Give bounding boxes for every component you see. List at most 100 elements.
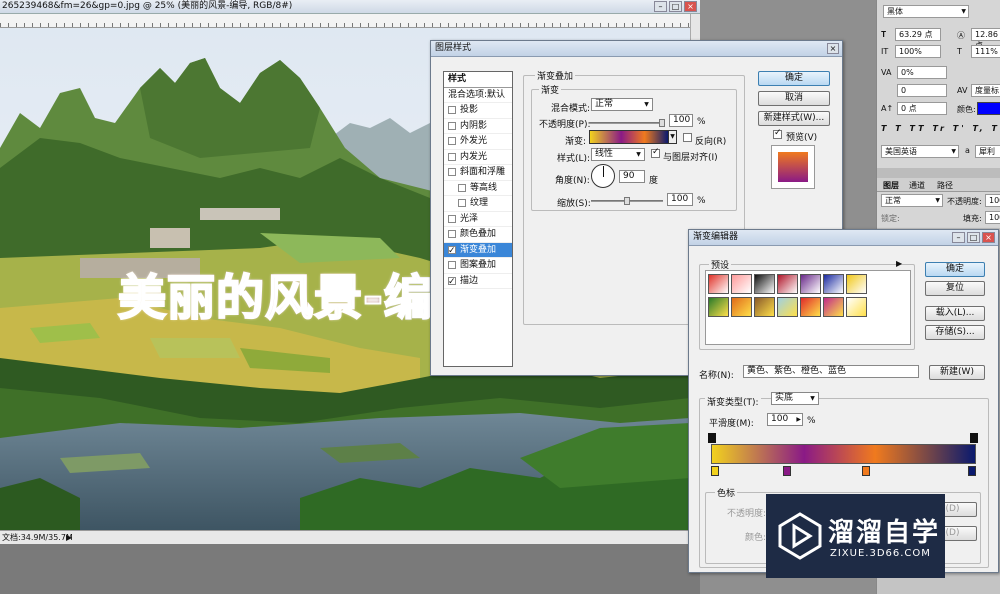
style-item-checkbox[interactable] <box>448 230 456 238</box>
ok-button[interactable]: 确定 <box>925 262 985 277</box>
color-stop[interactable] <box>711 466 719 476</box>
style-item-checkbox[interactable] <box>448 275 456 290</box>
status-arrow-icon[interactable]: ▶ <box>66 531 72 544</box>
gradient-editor-title-bar[interactable]: 渐变编辑器 – □ × <box>689 230 998 246</box>
gradient-picker[interactable] <box>589 130 669 144</box>
preset-swatch[interactable] <box>731 274 752 294</box>
minimize-icon[interactable]: – <box>654 1 667 12</box>
style-item-checkbox[interactable] <box>448 244 456 259</box>
style-item-checkbox[interactable] <box>448 168 456 176</box>
scale-slider[interactable] <box>591 197 663 205</box>
leading-field[interactable]: 12.86 点 <box>971 28 1000 50</box>
minimize-icon[interactable]: – <box>952 232 965 243</box>
close-icon[interactable]: × <box>684 1 697 12</box>
style-item[interactable]: 投影 <box>444 103 512 119</box>
preset-swatch[interactable] <box>754 274 775 294</box>
preview-checkbox[interactable]: ✓ <box>773 128 782 139</box>
style-item[interactable]: 内阴影 <box>444 119 512 134</box>
kerning-field[interactable]: 0 <box>897 84 947 97</box>
preset-swatch[interactable] <box>731 297 752 317</box>
maximize-icon[interactable]: □ <box>967 232 980 243</box>
layer-style-title-bar[interactable]: 图层样式 × <box>431 41 842 57</box>
opacity-slider[interactable] <box>589 119 665 127</box>
reverse-checkbox[interactable] <box>683 133 692 142</box>
style-item-checkbox[interactable] <box>448 121 456 130</box>
reset-button[interactable]: 复位 <box>925 281 985 296</box>
document-title-bar[interactable]: 265239468&fm=26&gp=0.jpg @ 25% (美丽的风景-编导… <box>0 0 700 14</box>
align-layer-checkbox[interactable]: ✓ <box>651 147 660 158</box>
gradient-name-field[interactable]: 黄色、紫色、橙色、蓝色 <box>743 365 919 378</box>
presets-menu-icon[interactable]: ▶ <box>896 259 902 268</box>
tab-channels[interactable]: 通道 <box>909 180 925 191</box>
cancel-button[interactable]: 取消 <box>758 91 830 106</box>
scale-field[interactable]: 100 <box>667 193 693 206</box>
opacity-stop-right[interactable] <box>970 433 978 443</box>
layer-blend-select[interactable]: 正常 ▼ <box>881 194 943 207</box>
style-item[interactable]: 描边 <box>444 274 512 290</box>
font-size-field[interactable]: 63.29 点 <box>895 28 941 41</box>
font-family-select[interactable]: 黑体 ▼ <box>883 5 969 18</box>
style-item[interactable]: 纹理 <box>444 196 512 212</box>
preset-swatch[interactable] <box>823 274 844 294</box>
preset-swatch[interactable] <box>777 274 798 294</box>
tab-paths[interactable]: 路径 <box>937 180 953 191</box>
maximize-icon[interactable]: □ <box>669 1 682 12</box>
color-stop[interactable] <box>783 466 792 476</box>
preset-swatch[interactable] <box>708 297 729 317</box>
style-item-checkbox[interactable] <box>448 106 456 114</box>
language-select[interactable]: 美国英语 ▼ <box>881 145 959 158</box>
angle-field[interactable]: 90 <box>619 170 645 183</box>
style-item[interactable]: 内发光 <box>444 150 512 165</box>
style-item[interactable]: 光泽 <box>444 212 512 227</box>
blend-mode-select[interactable]: 正常 ▼ <box>591 98 653 111</box>
antialias-select[interactable]: 犀利 <box>975 145 1000 158</box>
tab-layers[interactable]: 图层 <box>883 180 899 191</box>
style-item[interactable]: 颜色叠加 <box>444 227 512 243</box>
horizontal-ruler[interactable] <box>0 14 690 28</box>
style-item-checkbox[interactable] <box>448 137 456 145</box>
new-style-button[interactable]: 新建样式(W)... <box>758 111 830 126</box>
horizontal-scale-field[interactable]: 111% <box>971 45 1000 58</box>
close-icon[interactable]: × <box>982 232 995 243</box>
load-button[interactable]: 载入(L)... <box>925 306 985 321</box>
fill-field[interactable]: 100 <box>985 211 1000 224</box>
preset-swatch[interactable] <box>846 297 867 317</box>
style-item-checkbox[interactable] <box>458 199 466 207</box>
style-item-checkbox[interactable] <box>458 183 466 192</box>
gradient-style-select[interactable]: 线性 ▼ <box>591 148 645 161</box>
preset-swatch[interactable] <box>846 274 867 294</box>
preset-swatch[interactable] <box>800 297 821 317</box>
gradient-type-select[interactable]: 实底 ▼ <box>771 392 819 405</box>
color-stop[interactable] <box>968 466 976 476</box>
text-color-swatch[interactable] <box>977 102 1000 115</box>
angle-dial[interactable] <box>591 164 615 188</box>
color-stop[interactable] <box>862 466 871 476</box>
preset-swatch[interactable] <box>823 297 844 317</box>
style-item-checkbox[interactable] <box>448 152 456 161</box>
smoothness-field[interactable]: 100 ▶ <box>767 413 803 426</box>
style-item-checkbox[interactable] <box>448 214 456 223</box>
opacity-field[interactable]: 100 <box>669 114 693 127</box>
preset-swatch[interactable] <box>777 297 798 317</box>
style-item[interactable]: 斜面和浮雕 <box>444 165 512 181</box>
preset-swatch[interactable] <box>800 274 821 294</box>
new-gradient-button[interactable]: 新建(W) <box>929 365 985 380</box>
opacity-stop-left[interactable] <box>708 433 716 443</box>
gradient-bar[interactable] <box>711 444 976 464</box>
vertical-scale-field[interactable]: 100% <box>895 45 941 58</box>
text-style-buttons[interactable]: T T TT Tr T' T, T Ŧ <box>881 124 1000 133</box>
preset-swatch[interactable] <box>754 297 775 317</box>
style-item[interactable]: 外发光 <box>444 134 512 150</box>
tracking-field[interactable]: 0% <box>897 66 947 79</box>
baseline-shift-field[interactable]: 0 点 <box>897 102 947 115</box>
layer-opacity-field[interactable]: 100 <box>985 194 1000 207</box>
opacity-slider-thumb[interactable] <box>659 119 665 127</box>
scale-slider-thumb[interactable] <box>624 197 630 205</box>
baseline-label-field[interactable]: 度量标 <box>971 84 1000 97</box>
style-item[interactable]: 等高线 <box>444 181 512 196</box>
preset-swatch[interactable] <box>708 274 729 294</box>
ok-button[interactable]: 确定 <box>758 71 830 86</box>
style-item[interactable]: 图案叠加 <box>444 258 512 274</box>
style-item[interactable]: 渐变叠加 <box>444 242 512 259</box>
chevron-down-icon[interactable]: ▼ <box>668 130 677 144</box>
